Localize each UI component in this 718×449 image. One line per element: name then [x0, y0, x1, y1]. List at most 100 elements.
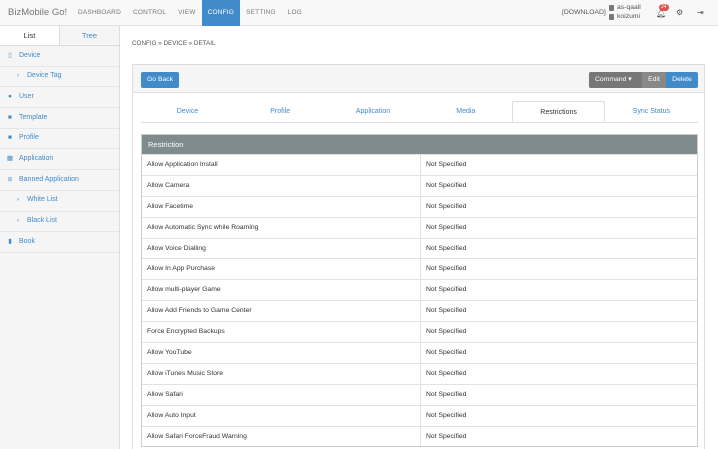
- go-back-button[interactable]: Go Back: [141, 72, 180, 88]
- table-row: Allow Voice Dialling Not Specified: [142, 237, 697, 259]
- restriction-value: Not Specified: [426, 161, 467, 168]
- restriction-name: Allow YouTube: [142, 343, 421, 363]
- sidebar-item-profile[interactable]: ■ Profile: [0, 129, 119, 150]
- nav-view[interactable]: VIEW: [172, 0, 201, 26]
- sidebar-item-label: Template: [19, 113, 48, 121]
- sidebar-item-device-tag[interactable]: › Device Tag: [0, 67, 119, 88]
- building-icon: [609, 4, 614, 11]
- restriction-value: Not Specified: [426, 390, 467, 398]
- chevron-right-icon: ›: [16, 217, 20, 224]
- sidebar-item-label: Application: [19, 154, 54, 162]
- restriction-value: Not Specified: [426, 244, 467, 252]
- sidebar-item-label: Book: [19, 237, 35, 245]
- restriction-name: Allow Automatic Sync while Roaming: [142, 217, 421, 238]
- notification-badge: 24: [659, 4, 669, 11]
- nav-control[interactable]: CONTROL: [127, 0, 172, 26]
- sidebar-item-device[interactable]: ▯ Device: [0, 46, 119, 67]
- table-body: Allow Application Install Not Specified Al…: [142, 154, 697, 447]
- file-icon: ■: [8, 113, 12, 121]
- table-row: Allow Automatic Sync while Roaming Not Sp…: [142, 216, 697, 238]
- sign-out-icon[interactable]: ⇥: [697, 8, 704, 17]
- main-nav: DASHBOARD CONTROL VIEW CONFIG SETTING LO…: [72, 0, 308, 26]
- restriction-value: Not Specified: [426, 202, 467, 210]
- detail-panel: Go Back Command ▾ Edit Delete Device Prof…: [132, 64, 705, 449]
- restriction-value: Not Specified: [426, 265, 467, 273]
- tab-profile[interactable]: Profile: [234, 101, 327, 122]
- download-link[interactable]: [DOWNLOAD]: [562, 9, 606, 16]
- breadcrumb: CONFIG » DEVICE » DETAIL: [132, 40, 216, 47]
- mobile-icon: ▯: [8, 51, 12, 59]
- sidebar-item-user[interactable]: ● User: [0, 87, 119, 109]
- restriction-name: Allow Voice Dialling: [142, 238, 421, 259]
- restriction-value: Not Specified: [426, 411, 467, 419]
- table-row: Allow YouTube Not Specified: [142, 342, 697, 363]
- chevron-right-icon: ›: [16, 196, 20, 204]
- restriction-value: Not Specified: [426, 432, 467, 440]
- sidebar-tab-tree[interactable]: Tree: [60, 26, 119, 45]
- sidebar-item-label: User: [19, 92, 34, 100]
- table-row: Allow multi-player Game Not Specified: [142, 279, 697, 301]
- nav-setting[interactable]: SETTING: [240, 0, 282, 26]
- delete-button[interactable]: Delete: [666, 72, 698, 88]
- nav-dashboard[interactable]: DASHBOARD: [72, 0, 127, 26]
- restriction-name: Allow Application Install: [142, 155, 421, 175]
- restriction-value: Not Specified: [426, 349, 467, 357]
- table-row: Force Encrypted Backups Not Specified: [142, 321, 697, 343]
- sidebar-tabs: List Tree: [0, 26, 119, 46]
- restriction-name: Allow Camera: [142, 175, 421, 196]
- table-header: Restriction: [142, 135, 697, 154]
- sidebar-list: ▯ Device › Device Tag ● User ■ Template ■ Profile…: [0, 46, 119, 253]
- restriction-name: Allow Add Friends to Game Center: [142, 301, 421, 322]
- gear-icon[interactable]: ⚙: [676, 8, 683, 17]
- sidebar-item-template[interactable]: ■ Template: [0, 108, 119, 129]
- book-icon: ▮: [8, 237, 12, 245]
- toolbar: Go Back Command ▾ Edit Delete: [133, 65, 704, 93]
- restriction-name: Allow Safari: [142, 384, 421, 405]
- sidebar-item-white-list[interactable]: › White List: [0, 191, 119, 212]
- restriction-value: Not Specified: [426, 181, 467, 189]
- restriction-value: Not Specified: [426, 328, 467, 336]
- sidebar-item-label: Banned Application: [19, 175, 79, 183]
- restriction-table: Restriction Allow Application Install Not…: [141, 134, 698, 448]
- nav-config[interactable]: CONFIG: [201, 0, 241, 26]
- restriction-name: Allow Auto Input: [142, 405, 421, 426]
- table-row: Allow Application Install Not Specified: [142, 154, 697, 175]
- sidebar-tab-list[interactable]: List: [0, 26, 60, 45]
- restriction-name: Allow Safari ForceFraud Warning: [142, 426, 421, 447]
- user-menu[interactable]: as-qaall koizumi: [609, 3, 641, 21]
- tab-sync-status[interactable]: Sync Status: [605, 101, 698, 122]
- top-navbar: BizMobile Go! DASHBOARD CONTROL VIEW CON…: [0, 0, 718, 26]
- sidebar-item-label: Device: [19, 51, 41, 59]
- table-row: Allow Safari ForceFraud Warning Not Speci…: [142, 425, 697, 447]
- nav-log[interactable]: LOG: [282, 0, 308, 26]
- restriction-value: Not Specified: [426, 223, 467, 231]
- tab-restrictions[interactable]: Restrictions: [512, 101, 605, 122]
- user-icon: ●: [8, 92, 12, 100]
- restriction-name: Allow In App Purchase: [142, 259, 421, 280]
- sidebar-item-book[interactable]: ▮ Book: [0, 232, 119, 253]
- user-name: koizumi: [617, 13, 641, 20]
- command-dropdown-button[interactable]: Command ▾: [589, 72, 642, 88]
- table-row: Allow iTunes Music Store Not Specified: [142, 362, 697, 384]
- sidebar-item-banned-application[interactable]: ⊘ Banned Application: [0, 170, 119, 191]
- table-row: Allow Safari Not Specified: [142, 383, 697, 405]
- table-row: Allow Add Friends to Game Center Not Spec…: [142, 300, 697, 322]
- tab-device[interactable]: Device: [141, 101, 234, 122]
- sidebar-item-label: Profile: [19, 134, 39, 142]
- ban-icon: ⊘: [7, 175, 13, 183]
- sidebar-item-label: White List: [27, 196, 58, 204]
- table-row: Allow In App Purchase Not Specified: [142, 258, 697, 280]
- sidebar-item-black-list[interactable]: › Black List: [0, 212, 119, 233]
- tab-media[interactable]: Media: [419, 101, 512, 122]
- restriction-name: Allow Facetime: [142, 196, 421, 217]
- brand-logo[interactable]: BizMobile Go!: [8, 7, 67, 18]
- restriction-value: Not Specified: [426, 369, 467, 377]
- restriction-value: Not Specified: [426, 286, 467, 294]
- sidebar: List Tree ▯ Device › Device Tag ● User ■ Templa…: [0, 26, 120, 449]
- edit-button[interactable]: Edit: [642, 72, 666, 88]
- detail-tabs: Device Profile Application Media Restriction…: [141, 101, 698, 123]
- tab-application[interactable]: Application: [327, 101, 420, 122]
- restriction-name: Force Encrypted Backups: [142, 322, 421, 343]
- sidebar-item-application[interactable]: ▦ Application: [0, 149, 119, 171]
- restriction-name: Allow iTunes Music Store: [142, 363, 421, 384]
